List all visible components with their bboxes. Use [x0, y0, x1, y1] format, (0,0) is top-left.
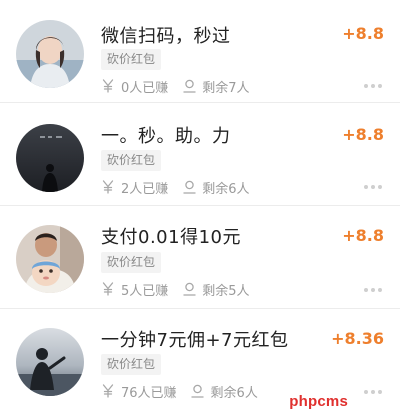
remaining-count: 剩余7人 — [202, 80, 250, 96]
reward-amount: +8.8 — [342, 226, 384, 245]
task-title: 一。秒。助。力 — [101, 126, 231, 147]
task-title: 支付0.01得10元 — [101, 227, 241, 248]
more-options-icon[interactable] — [364, 389, 382, 395]
task-meta: 5人已赚 剩余5人 — [101, 280, 250, 299]
remaining-count: 剩余6人 — [210, 385, 258, 401]
more-options-icon[interactable] — [364, 83, 382, 89]
person-icon — [182, 78, 196, 94]
task-title: 一分钟7元佣+7元红包 — [101, 330, 289, 351]
task-tag: 砍价红包 — [101, 252, 162, 273]
remaining-count: 剩余6人 — [202, 181, 250, 197]
silhouette-night-avatar[interactable] — [16, 124, 84, 192]
task-row[interactable]: 支付0.01得10元 +8.8 砍价红包 5人已赚 剩余5人 — [0, 206, 400, 309]
seaside-figure-avatar[interactable] — [16, 328, 84, 396]
yuan-icon — [101, 383, 115, 399]
reward-amount: +8.36 — [331, 329, 384, 348]
more-options-icon[interactable] — [364, 184, 382, 190]
earned-count: 0人已赚 — [121, 80, 169, 96]
earned-count: 2人已赚 — [121, 181, 169, 197]
task-row[interactable]: 微信扫码，秒过 +8.8 砍价红包 0人已赚 剩余7人 — [0, 0, 400, 103]
baby-family-photo-avatar[interactable] — [16, 225, 84, 293]
earned-count: 76人已赚 — [121, 385, 177, 401]
girl-portrait-avatar[interactable] — [16, 20, 84, 88]
yuan-icon — [101, 179, 115, 195]
person-icon — [182, 179, 196, 195]
watermark-text: phpcms — [289, 393, 348, 410]
yuan-icon — [101, 281, 115, 297]
task-meta: 0人已赚 剩余7人 — [101, 77, 250, 96]
task-tag: 砍价红包 — [101, 354, 162, 375]
more-options-icon[interactable] — [364, 287, 382, 293]
task-list: 微信扫码，秒过 +8.8 砍价红包 0人已赚 剩余7人 一。秒。助。力 +8.8… — [0, 0, 400, 412]
person-icon — [191, 383, 205, 399]
task-meta: 76人已赚 剩余6人 — [101, 382, 258, 401]
yuan-icon — [101, 78, 115, 94]
reward-amount: +8.8 — [342, 24, 384, 43]
task-meta: 2人已赚 剩余6人 — [101, 178, 250, 197]
task-tag: 砍价红包 — [101, 49, 162, 70]
remaining-count: 剩余5人 — [202, 283, 250, 299]
earned-count: 5人已赚 — [121, 283, 169, 299]
task-tag: 砍价红包 — [101, 150, 162, 171]
task-row[interactable]: 一。秒。助。力 +8.8 砍价红包 2人已赚 剩余6人 — [0, 103, 400, 206]
reward-amount: +8.8 — [342, 125, 384, 144]
task-title: 微信扫码，秒过 — [101, 26, 231, 47]
person-icon — [182, 281, 196, 297]
